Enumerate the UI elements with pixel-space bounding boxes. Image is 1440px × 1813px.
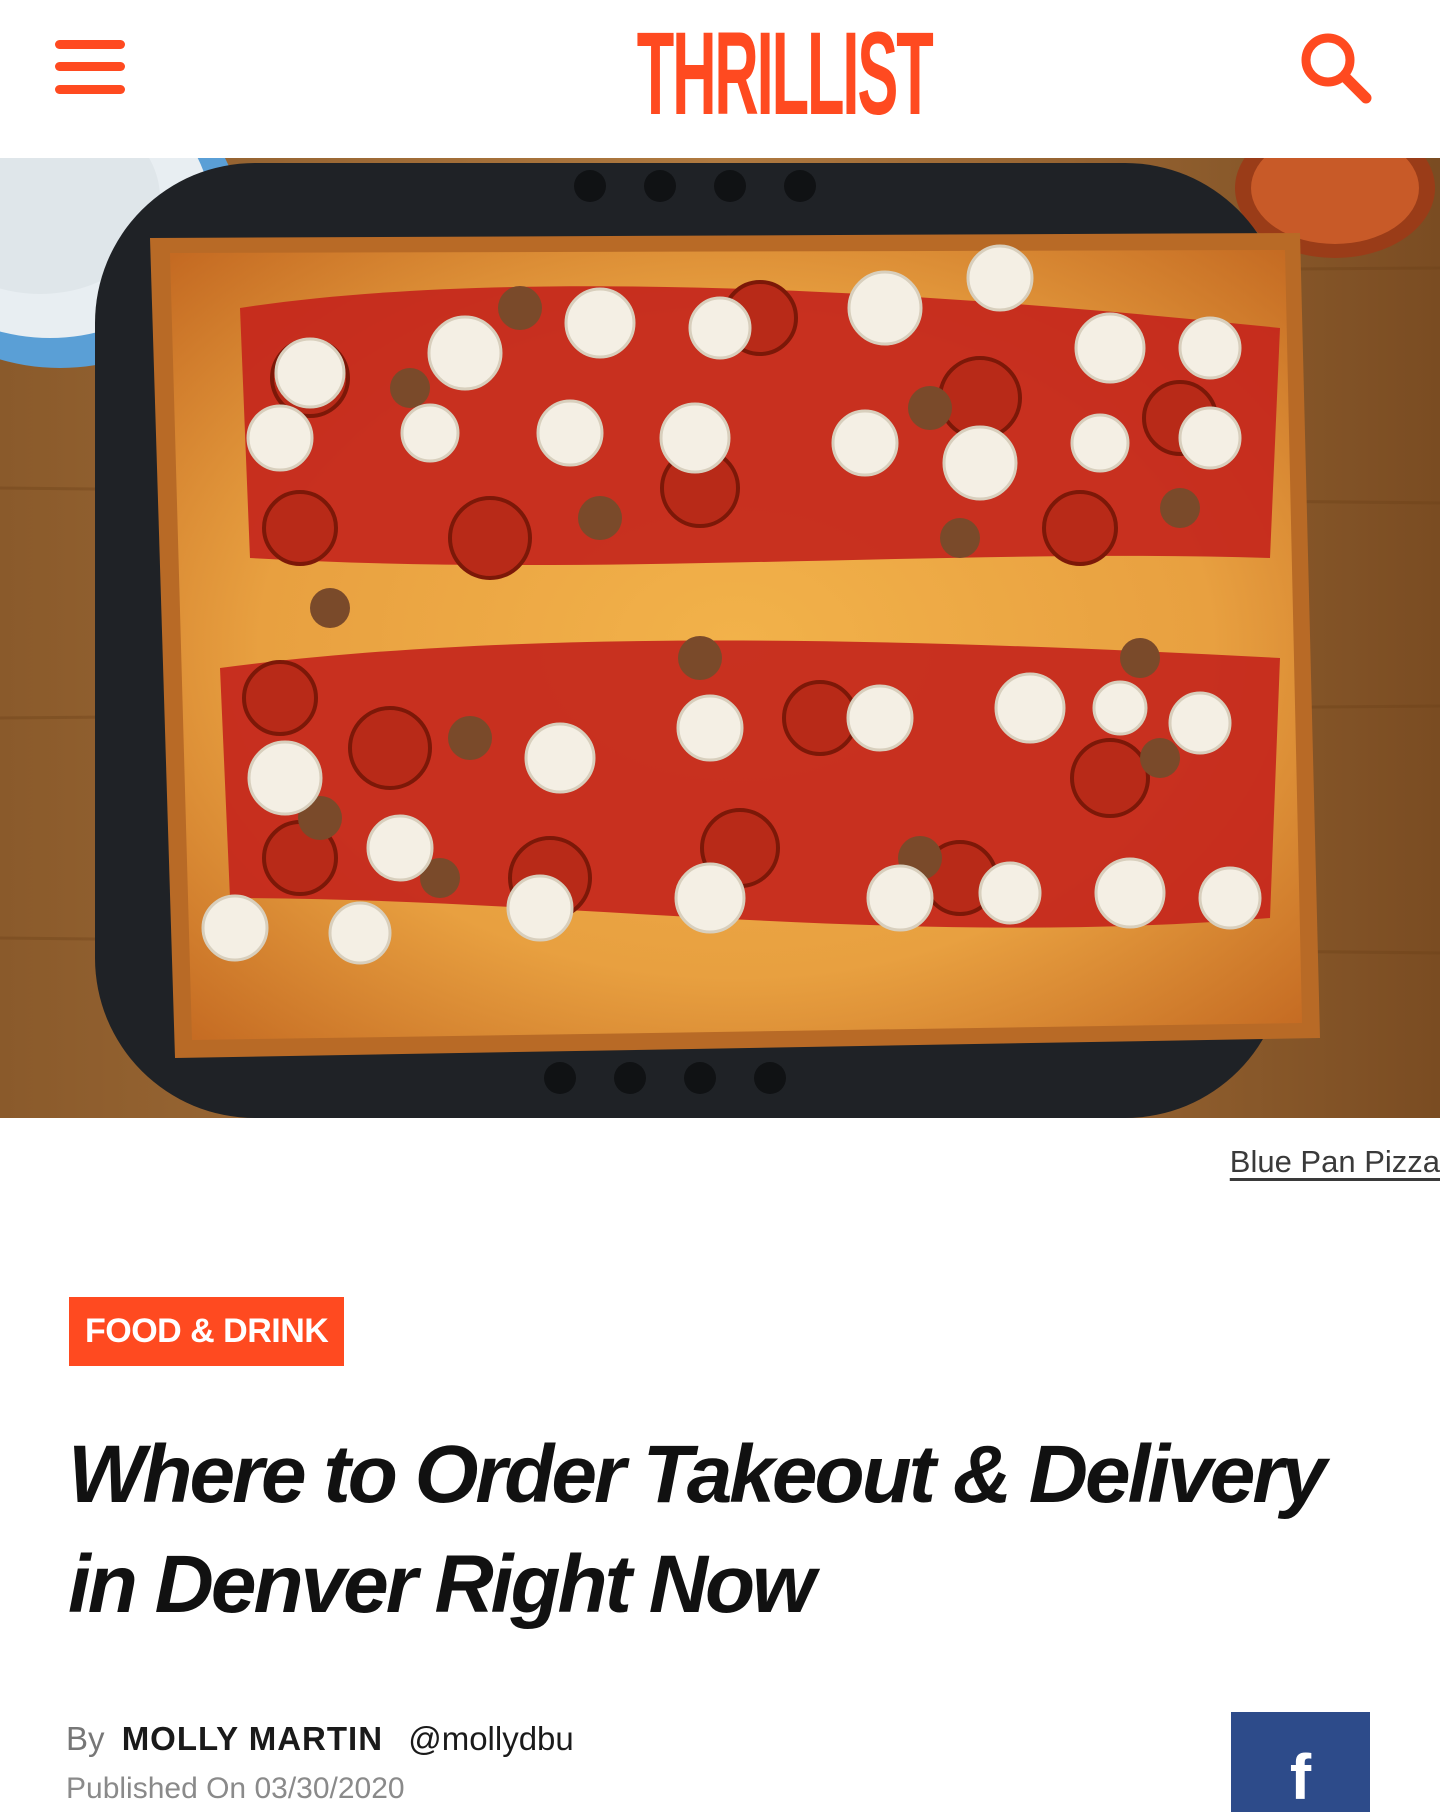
byline-prefix: By [66, 1720, 105, 1757]
hamburger-menu-icon[interactable] [55, 40, 125, 94]
site-logo[interactable]: THRILLIST [637, 14, 934, 134]
search-icon[interactable] [1296, 28, 1376, 108]
article-headline: Where to Order Takeout & Delivery in Den… [68, 1429, 1327, 1630]
category-tag[interactable]: FOOD & DRINK [69, 1297, 345, 1366]
byline: By MOLLY MARTIN @mollydbu [66, 1720, 574, 1758]
hero-image [0, 158, 1440, 1118]
photo-credit-link[interactable]: Blue Pan Pizza [1230, 1144, 1440, 1180]
facebook-share-button[interactable]: f [1231, 1712, 1370, 1812]
published-date: Published On 03/30/2020 [66, 1772, 405, 1805]
site-header: THRILLIST [0, 0, 1440, 158]
author-name[interactable]: MOLLY MARTIN [122, 1720, 383, 1757]
facebook-icon: f [1289, 1741, 1312, 1813]
author-handle[interactable]: @mollydbu [408, 1720, 574, 1757]
